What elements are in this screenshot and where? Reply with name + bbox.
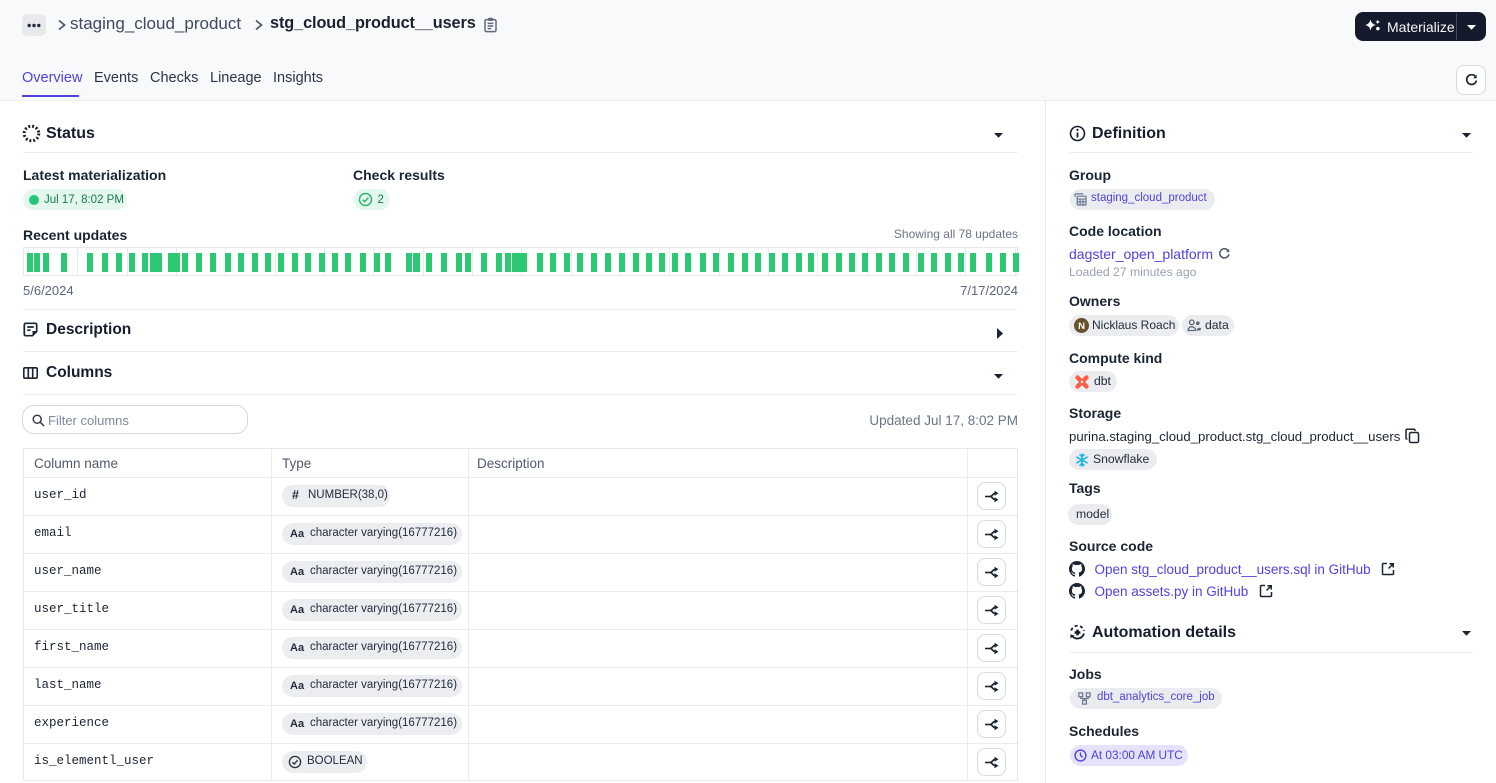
svg-text:N: N [1078,321,1085,332]
